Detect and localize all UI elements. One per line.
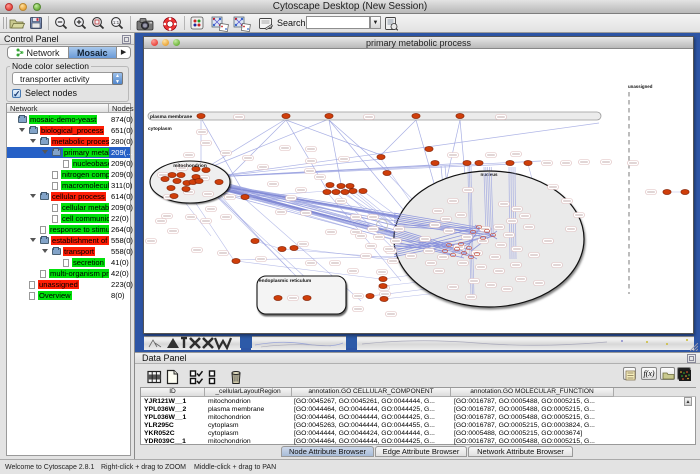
svg-text:mitochondrion: mitochondrion [173,163,207,169]
svg-text:cytoplasm: cytoplasm [148,126,172,132]
svg-text:unassigned: unassigned [628,84,653,89]
svg-text:plasma membrane: plasma membrane [150,114,192,120]
svg-text:endoplasmic reticulum: endoplasmic reticulum [259,278,311,284]
svg-text:1:1: 1:1 [113,20,120,25]
